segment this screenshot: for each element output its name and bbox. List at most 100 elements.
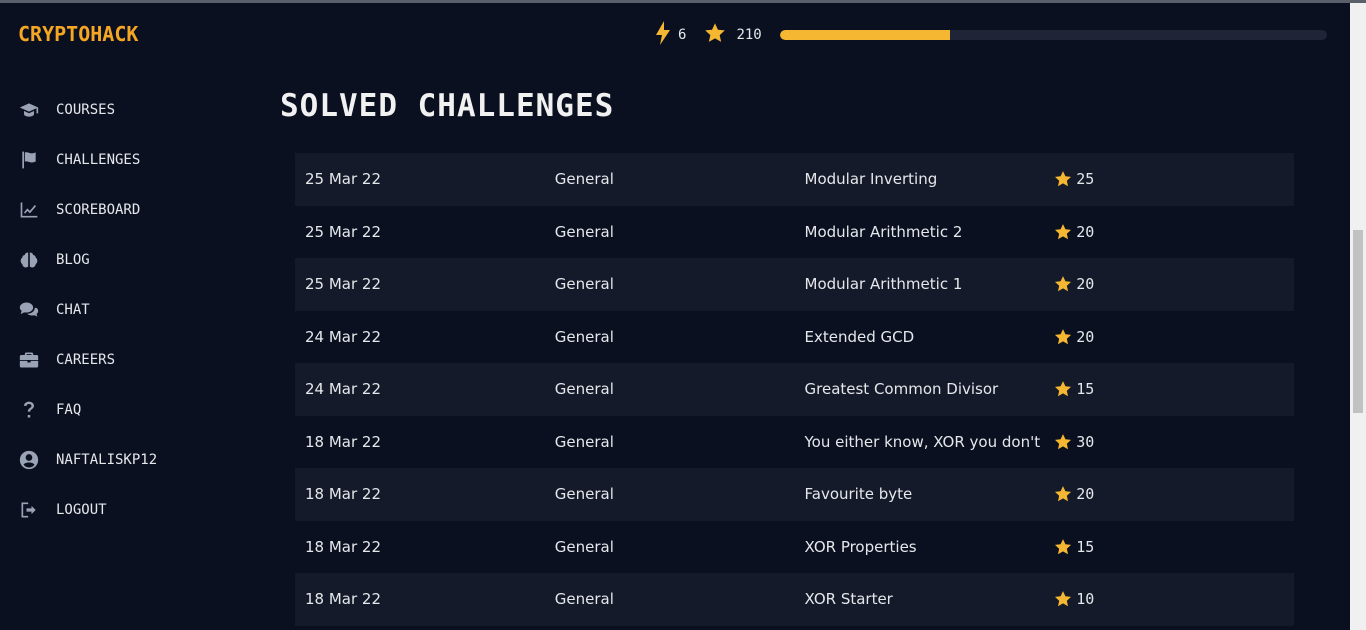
star-icon <box>1055 433 1072 450</box>
table-row: 25 Mar 22 General Modular Arithmetic 1 20 <box>295 258 1294 311</box>
star-icon <box>1055 381 1072 397</box>
points-value: 15 <box>1076 537 1095 556</box>
challenge-category[interactable]: General <box>545 170 795 188</box>
points-value: 30 <box>1076 432 1095 451</box>
star-icon <box>1055 276 1072 292</box>
challenge-name[interactable]: Greatest Common Divisor <box>795 380 1045 398</box>
solved-date: 24 Mar 22 <box>305 380 382 399</box>
flag-icon <box>18 149 40 171</box>
sidebar-item-blog[interactable]: BLOG <box>18 235 157 285</box>
sidebar-item-logout[interactable]: LOGOUT <box>18 485 157 535</box>
scrollbar-thumb[interactable] <box>1353 230 1363 413</box>
solved-challenges-table: 25 Mar 22 General Modular Inverting 25 25 Ma… <box>295 153 1294 626</box>
table-row: 25 Mar 22 General Modular Inverting 25 <box>295 153 1294 206</box>
solved-date: 25 Mar 22 <box>305 222 382 241</box>
challenge-name[interactable]: Modular Arithmetic 2 <box>795 223 1045 241</box>
chart-line-icon <box>18 199 40 221</box>
challenge-name[interactable]: You either know, XOR you don't <box>795 433 1045 451</box>
challenge-points: 30 <box>1044 433 1294 451</box>
question-icon <box>18 399 40 421</box>
table-row: 24 Mar 22 General Extended GCD 20 <box>295 310 1294 363</box>
challenge-points: 20 <box>1044 485 1294 503</box>
star-icon <box>1055 591 1072 607</box>
sidebar-item-profile[interactable]: NAFTALISKP12 <box>18 435 157 485</box>
points-value: 20 <box>1076 485 1095 504</box>
brain-icon <box>18 249 40 271</box>
sidebar-item-challenges[interactable]: CHALLENGES <box>18 135 157 185</box>
sidebar-item-label: FAQ <box>56 402 82 418</box>
points-value: 10 <box>1076 590 1095 609</box>
sidebar-item-label: NAFTALISKP12 <box>56 452 158 468</box>
solved-date: 24 Mar 22 <box>305 327 382 346</box>
challenge-points: 15 <box>1044 380 1294 398</box>
challenge-category[interactable]: General <box>545 380 795 398</box>
star-icon <box>1055 328 1072 345</box>
site-logo[interactable]: CRYPTOHACK <box>18 22 138 46</box>
points-value: 20 <box>1076 275 1095 294</box>
lightning-bolt-icon <box>655 21 671 49</box>
challenge-category[interactable]: General <box>545 275 795 293</box>
score-count: 210 <box>736 27 762 43</box>
sidebar-item-scoreboard[interactable]: SCOREBOARD <box>18 185 157 235</box>
challenge-category[interactable]: General <box>545 485 795 503</box>
sidebar-item-label: CHALLENGES <box>56 152 141 168</box>
challenge-name[interactable]: Favourite byte <box>795 485 1045 503</box>
challenge-points: 15 <box>1044 538 1294 556</box>
challenge-category[interactable]: General <box>545 223 795 241</box>
challenge-name[interactable]: XOR Properties <box>795 538 1045 556</box>
page-scrollbar[interactable] <box>1350 3 1366 630</box>
solved-date: 18 Mar 22 <box>305 590 382 609</box>
challenge-category[interactable]: General <box>545 590 795 608</box>
sidebar-item-chat[interactable]: CHAT <box>18 285 157 335</box>
window-top-border <box>0 0 1366 3</box>
star-icon <box>704 22 726 48</box>
star-icon <box>1055 538 1072 555</box>
challenge-points: 20 <box>1044 328 1294 346</box>
streak-count: 6 <box>678 27 687 43</box>
table-row: 18 Mar 22 General You either know, XOR you… <box>295 415 1294 468</box>
points-value: 20 <box>1076 327 1095 346</box>
star-icon <box>1055 171 1072 187</box>
challenge-name[interactable]: Modular Inverting <box>795 170 1045 188</box>
sidebar-item-label: BLOG <box>56 252 90 268</box>
sidebar-item-careers[interactable]: CAREERS <box>18 335 157 385</box>
table-row: 18 Mar 22 General XOR Starter 10 <box>295 573 1294 626</box>
points-value: 15 <box>1076 380 1095 399</box>
solved-date: 18 Mar 22 <box>305 537 382 556</box>
sidebar-item-label: SCOREBOARD <box>56 202 141 218</box>
sidebar-item-label: LOGOUT <box>56 502 107 518</box>
sidebar-nav: COURSES CHALLENGES SCOREBOARD BLOG CHAT … <box>18 85 157 535</box>
sidebar-item-courses[interactable]: COURSES <box>18 85 157 135</box>
sidebar-item-label: CHAT <box>56 302 90 318</box>
page-title: SOLVED CHALLENGES <box>280 88 615 124</box>
challenge-points: 20 <box>1044 223 1294 241</box>
points-value: 25 <box>1076 170 1095 189</box>
challenge-name[interactable]: Modular Arithmetic 1 <box>795 275 1045 293</box>
challenge-category[interactable]: General <box>545 433 795 451</box>
table-row: 18 Mar 22 General Favourite byte 20 <box>295 468 1294 521</box>
star-icon <box>1055 223 1072 240</box>
solved-date: 18 Mar 22 <box>305 485 382 504</box>
sidebar-item-label: CAREERS <box>56 352 116 368</box>
sign-out-icon <box>18 499 40 521</box>
challenge-name[interactable]: XOR Starter <box>795 590 1045 608</box>
challenge-category[interactable]: General <box>545 538 795 556</box>
challenge-category[interactable]: General <box>545 328 795 346</box>
user-circle-icon <box>18 449 40 471</box>
comments-icon <box>18 299 40 321</box>
graduation-cap-icon <box>18 99 40 121</box>
solved-date: 18 Mar 22 <box>305 432 382 451</box>
table-row: 24 Mar 22 General Greatest Common Divisor 1… <box>295 363 1294 416</box>
challenge-name[interactable]: Extended GCD <box>795 328 1045 346</box>
challenge-points: 20 <box>1044 275 1294 293</box>
level-progress-fill <box>780 30 950 40</box>
table-row: 18 Mar 22 General XOR Properties 15 <box>295 520 1294 573</box>
level-progress-bar <box>780 30 1327 40</box>
table-row: 25 Mar 22 General Modular Arithmetic 2 20 <box>295 205 1294 258</box>
challenge-points: 25 <box>1044 170 1294 188</box>
sidebar-item-faq[interactable]: FAQ <box>18 385 157 435</box>
sidebar-item-label: COURSES <box>56 102 116 118</box>
points-value: 20 <box>1076 222 1095 241</box>
solved-date: 25 Mar 22 <box>305 170 382 189</box>
user-stats: 6 210 <box>655 21 762 49</box>
